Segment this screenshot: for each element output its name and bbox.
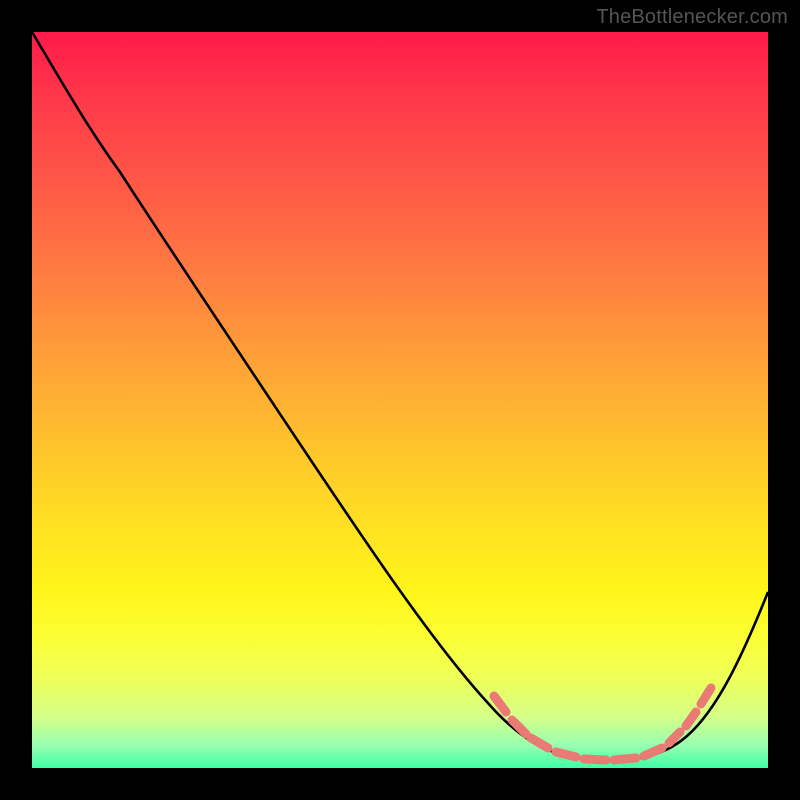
bottleneck-curve-path (32, 32, 768, 760)
curve-svg (32, 32, 768, 768)
chart-root: TheBottlenecker.com (0, 0, 800, 800)
attribution-text: TheBottlenecker.com (596, 6, 788, 29)
flat-region-markers (494, 688, 711, 760)
chart-area (32, 32, 768, 768)
